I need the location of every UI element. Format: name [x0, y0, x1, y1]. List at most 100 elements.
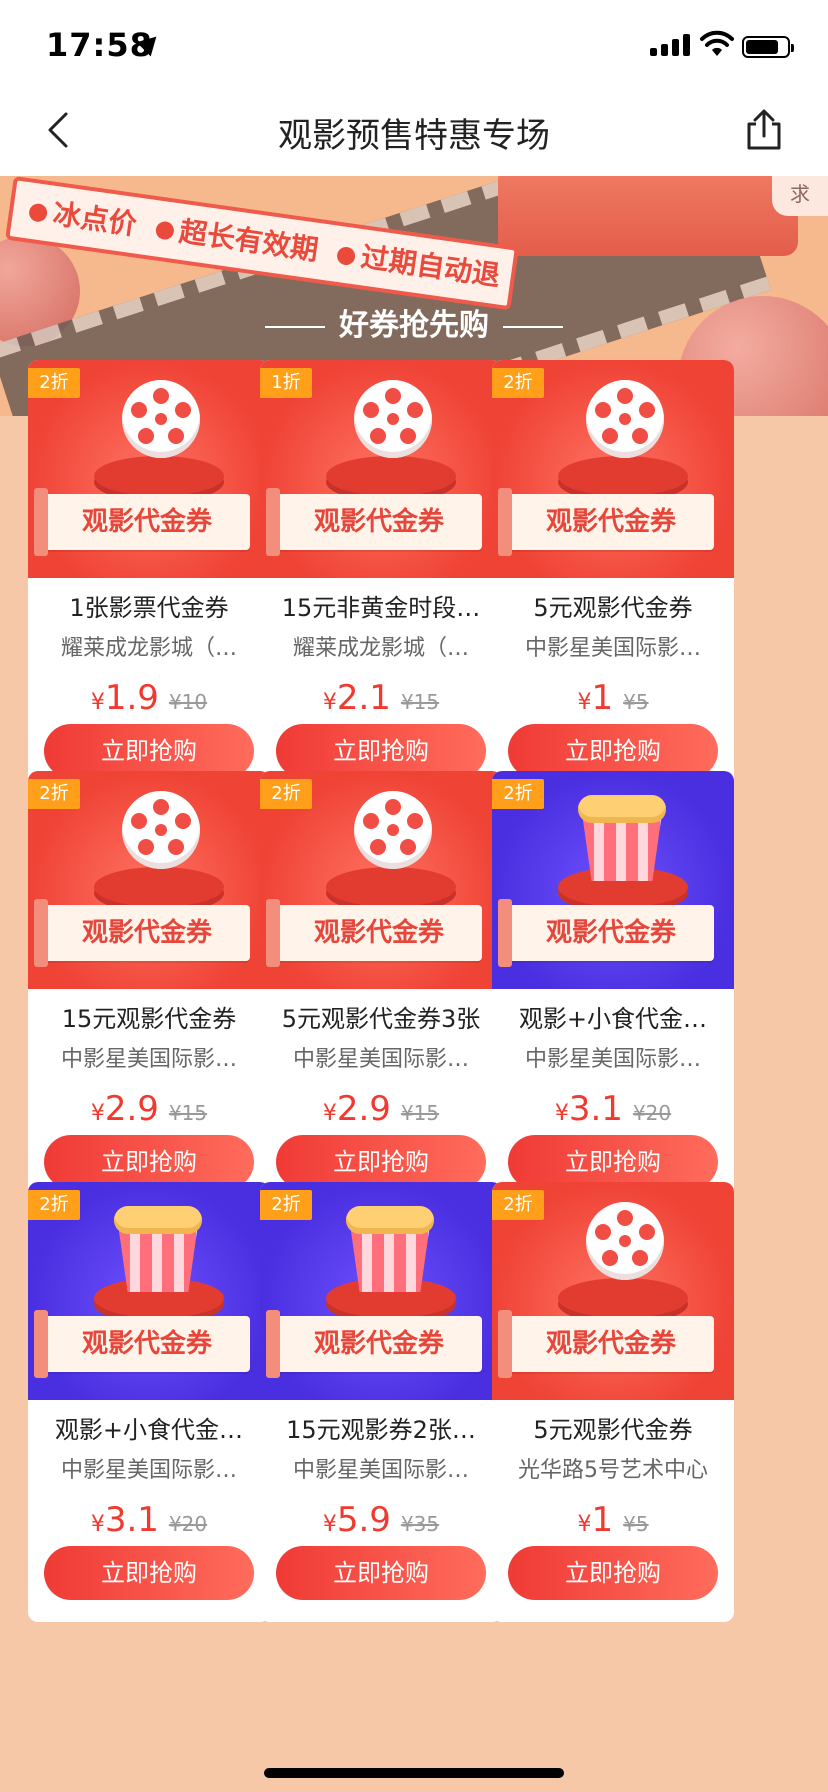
corner-tab[interactable]: 求 [772, 176, 828, 216]
cinema-name: 耀莱成龙影城（… [292, 636, 469, 661]
status-time: 17:58 [46, 26, 153, 64]
product-card[interactable]: 观影代金券 2折 5元观影代金券3张 中影星美国际影… ¥2.9 ¥15 立即抢购 [260, 771, 502, 1211]
buy-now-button[interactable]: 立即抢购 [508, 1135, 718, 1189]
product-image[interactable]: 观影代金券 2折 [28, 771, 270, 989]
product-image[interactable]: 观影代金券 2折 [28, 360, 270, 578]
promo-tag: 超长有效期 [177, 214, 321, 267]
cinema-name: 中影星美国际影… [60, 1047, 237, 1072]
product-card[interactable]: 观影代金券 2折 观影+小食代金… 中影星美国际影… ¥3.1 ¥20 立即抢购 [492, 771, 734, 1211]
original-price: ¥15 [400, 690, 440, 714]
price-row: ¥2.1 ¥15 [260, 678, 502, 718]
home-indicator [264, 1768, 564, 1778]
currency-symbol: ¥ [577, 690, 592, 715]
film-reel-icon [122, 791, 200, 869]
original-price: ¥10 [168, 690, 208, 714]
product-card[interactable]: 观影代金券 2折 1张影票代金券 耀莱成龙影城（… ¥1.9 ¥10 立即抢购 [28, 360, 270, 800]
product-name[interactable]: 观影+小食代金… [492, 999, 734, 1034]
discount-badge: 2折 [492, 368, 544, 398]
price-row: ¥1 ¥5 [492, 1500, 734, 1540]
product-name[interactable]: 观影+小食代金… [28, 1410, 270, 1445]
product-name[interactable]: 1张影票代金券 [28, 588, 270, 623]
currency-symbol: ¥ [90, 690, 105, 715]
promo-tag: 过期自动退 [358, 240, 503, 293]
product-card[interactable]: 观影代金券 2折 5元观影代金券 光华路5号艺术中心 ¥1 ¥5 立即抢购 [492, 1182, 734, 1622]
film-reel-icon [586, 380, 664, 458]
ticket-label: 观影代金券 [498, 899, 714, 967]
product-image[interactable]: 观影代金券 2折 [492, 360, 734, 578]
product-image[interactable]: 观影代金券 2折 [260, 1182, 502, 1400]
cinema-name: 中影星美国际影… [524, 636, 701, 661]
ticket-label: 观影代金券 [34, 1310, 250, 1378]
price-row: ¥3.1 ¥20 [28, 1500, 270, 1540]
original-price: ¥15 [168, 1101, 208, 1125]
price-row: ¥3.1 ¥20 [492, 1089, 734, 1129]
discount-badge: 2折 [28, 1190, 80, 1220]
product-image[interactable]: 观影代金券 2折 [28, 1182, 270, 1400]
buy-now-button[interactable]: 立即抢购 [44, 1135, 254, 1189]
current-price: 1.9 [104, 678, 159, 718]
price-row: ¥2.9 ¥15 [28, 1089, 270, 1129]
product-image[interactable]: 观影代金券 2折 [492, 1182, 734, 1400]
product-name[interactable]: 5元观影代金券 [492, 588, 734, 623]
current-price: 5.9 [336, 1500, 391, 1540]
film-reel-icon [354, 791, 432, 869]
product-name[interactable]: 5元观影代金券 [492, 1410, 734, 1445]
product-image[interactable]: 观影代金券 2折 [492, 771, 734, 989]
product-image[interactable]: 观影代金券 1折 [260, 360, 502, 578]
ticket-label: 观影代金券 [34, 488, 250, 556]
stage-decoration [558, 456, 688, 496]
divider-line [503, 325, 563, 328]
product-name[interactable]: 15元观影代金券 [28, 999, 270, 1034]
buy-now-button[interactable]: 立即抢购 [44, 1546, 254, 1600]
product-card[interactable]: 观影代金券 2折 15元观影券2张… 中影星美国际影… ¥5.9 ¥35 立即抢购 [260, 1182, 502, 1622]
check-icon [27, 202, 49, 223]
product-name[interactable]: 15元非黄金时段… [260, 588, 502, 623]
buy-now-button[interactable]: 立即抢购 [276, 724, 486, 778]
stage-decoration [326, 456, 456, 496]
product-card[interactable]: 观影代金券 1折 15元非黄金时段… 耀莱成龙影城（… ¥2.1 ¥15 立即抢购 [260, 360, 502, 800]
discount-badge: 2折 [28, 368, 80, 398]
product-image[interactable]: 观影代金券 2折 [260, 771, 502, 989]
original-price: ¥35 [400, 1512, 440, 1536]
product-name[interactable]: 5元观影代金券3张 [260, 999, 502, 1034]
popcorn-icon [108, 1206, 208, 1292]
currency-symbol: ¥ [322, 690, 337, 715]
popcorn-icon [340, 1206, 440, 1292]
battery-icon [742, 36, 794, 58]
stage-decoration [94, 867, 224, 907]
section-title: 好券抢先购 [0, 300, 828, 344]
popcorn-icon [572, 795, 672, 881]
currency-symbol: ¥ [322, 1101, 337, 1126]
original-price: ¥20 [632, 1101, 672, 1125]
page-title: 观影预售特惠专场 [278, 116, 550, 156]
buy-now-button[interactable]: 立即抢购 [44, 724, 254, 778]
product-card[interactable]: 观影代金券 2折 15元观影代金券 中影星美国际影… ¥2.9 ¥15 立即抢购 [28, 771, 270, 1211]
current-price: 2.1 [336, 678, 391, 718]
original-price: ¥5 [623, 690, 649, 714]
ticket-label: 观影代金券 [266, 1310, 482, 1378]
product-card[interactable]: 观影代金券 2折 观影+小食代金… 中影星美国际影… ¥3.1 ¥20 立即抢购 [28, 1182, 270, 1622]
current-price: 1 [591, 678, 614, 718]
status-bar: 17:58 [0, 0, 828, 88]
buy-now-button[interactable]: 立即抢购 [508, 724, 718, 778]
discount-badge: 2折 [492, 779, 544, 809]
cellular-signal-icon [650, 34, 692, 56]
buy-now-button[interactable]: 立即抢购 [276, 1135, 486, 1189]
price-row: ¥1 ¥5 [492, 678, 734, 718]
share-icon[interactable] [744, 108, 784, 152]
current-price: 3.1 [568, 1089, 623, 1129]
projector-decoration [498, 176, 798, 256]
buy-now-button[interactable]: 立即抢购 [508, 1546, 718, 1600]
product-card[interactable]: 观影代金券 2折 5元观影代金券 中影星美国际影… ¥1 ¥5 立即抢购 [492, 360, 734, 800]
original-price: ¥20 [168, 1512, 208, 1536]
stage-decoration [94, 456, 224, 496]
price-row: ¥2.9 ¥15 [260, 1089, 502, 1129]
discount-badge: 1折 [260, 368, 312, 398]
section-title-text: 好券抢先购 [339, 308, 489, 343]
product-name[interactable]: 15元观影券2张… [260, 1410, 502, 1445]
film-reel-icon [586, 1202, 664, 1280]
cinema-name: 光华路5号艺术中心 [518, 1458, 708, 1483]
promo-tag: 冰点价 [50, 196, 139, 242]
buy-now-button[interactable]: 立即抢购 [276, 1546, 486, 1600]
check-icon [335, 245, 357, 267]
